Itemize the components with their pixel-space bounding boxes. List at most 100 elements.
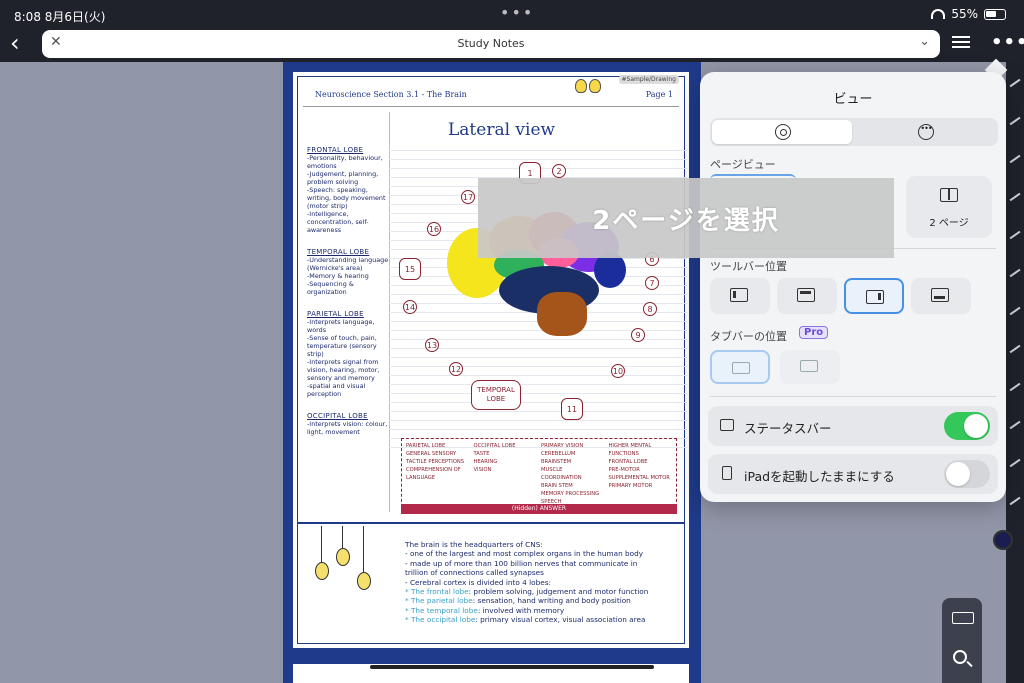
toolbar-position-label: ツールバー位置 [710,260,787,273]
temporal-lobe-label: TEMPORAL LOBE [471,380,521,410]
pen-icon[interactable] [1009,496,1021,506]
pen-icon[interactable] [1009,344,1021,354]
diagram-label: 8 [643,302,657,316]
pen-icon[interactable] [1009,116,1021,126]
list-icon[interactable] [952,36,970,50]
status-bar: 8:08 8月6日(火) ••• 55% [0,0,1024,28]
legend-item: MUSCLE COORDINATION [541,467,582,481]
legend-item: TACTILE PERCEPTIONS [406,459,465,465]
document-title: Study Notes [457,37,525,50]
legend-item: GENERAL SENSORY [406,451,457,457]
chevron-down-icon[interactable]: ⌄ [919,34,930,49]
pen-icon[interactable] [1009,420,1021,430]
legend-item: PRIMARY MOTOR [608,483,653,489]
page-scroll-indicator[interactable] [370,665,654,669]
tabbar-top-option[interactable] [710,350,770,384]
note-line: -Intelligence, concentration, self-aware… [307,210,369,234]
legend-item: BRAIN STEM [541,483,573,489]
diagram-label: 7 [645,276,659,290]
tab-view-options[interactable] [712,120,852,144]
legend-item: PRE-MOTOR [608,467,640,473]
pen-icon[interactable] [1009,154,1021,164]
view-settings-popover: ビュー ••• ページビュー 2 ページ ツールバー位置 タブバーの位置 Pro… [700,72,1006,502]
toolbar-right-icon [866,290,884,304]
note-line: The brain is the headquarters of CNS: [405,540,543,549]
more-icon[interactable]: ••• [991,32,1024,53]
view-settings-icon [775,124,791,140]
legend-item: MEMORY PROCESSING [541,491,600,497]
note-heading: TEMPORAL LOBE [307,248,370,256]
diagram-label: 14 [403,300,417,314]
tabbar-bottom-option[interactable] [780,350,840,384]
pen-icon[interactable] [1009,78,1021,88]
pen-icon[interactable] [1009,230,1021,240]
legend-item: PARIETAL LOBE [406,443,446,449]
back-button[interactable]: ‹ [10,31,30,56]
sample-tag: #Sample/Drawing [618,75,679,84]
multitasking-dots-icon[interactable]: ••• [500,3,534,22]
pen-icon[interactable] [1009,268,1021,278]
note-line: -Speech: speaking, writing, body movemen… [307,186,386,210]
toolbar-top-option[interactable] [777,278,837,314]
pen-icon[interactable] [1009,192,1021,202]
view-segmented-control[interactable]: ••• [710,118,998,146]
pen-icon[interactable] [1009,382,1021,392]
diagram-label: 17 [461,190,475,204]
lobe-note: * The parietal lobe: sensation, hand wri… [405,596,631,606]
tabbar-bottom-icon [800,360,818,372]
note-line: -Sequencing & organization [307,280,354,296]
banner-text: 2ページを選択 [592,206,780,236]
note-line: -Memory & hearing [307,272,369,280]
status-right: 55% [931,7,1006,21]
battery-icon [984,8,1006,20]
note-line: -Understanding language (Wernicke's area… [307,256,389,272]
toolbar-left-option[interactable] [710,278,770,314]
ipad-icon [722,466,732,480]
note-heading: OCCIPITAL LOBE [307,412,368,420]
document-canvas[interactable]: #Sample/Drawing Neuroscience Section 3.1… [283,62,701,683]
note-line: -Judgement, planning, problem solving [307,170,379,186]
diagram-label: 13 [425,338,439,352]
notebook-page[interactable]: #Sample/Drawing Neuroscience Section 3.1… [291,70,691,650]
note-heading: PARIETAL LOBE [307,310,364,318]
two-page-option[interactable]: 2 ページ [906,176,992,238]
keyboard-icon[interactable] [952,612,974,624]
hanging-bulbs-icon [311,526,374,590]
diagram-label: 15 [399,258,421,280]
pen-icon[interactable] [1009,306,1021,316]
toolbar-top-icon [797,288,815,302]
two-page-icon [940,188,958,202]
note-heading: FRONTAL LOBE [307,146,364,154]
diagram-title: Lateral view [448,120,556,140]
document-title-field[interactable]: ✕ Study Notes ⌄ [42,30,940,58]
keep-awake-row: iPadを起動したままにする [708,454,998,494]
pen-icon[interactable] [1009,458,1021,468]
keep-awake-toggle[interactable] [944,460,990,488]
legend-item: HEARING [473,459,498,465]
instruction-banner: 2ページを選択 [478,178,894,258]
toolbar-right-option[interactable] [844,278,904,314]
status-bar-label: ステータスバー [744,421,832,436]
page-view-label: ページビュー [710,158,776,171]
cerebellum-shape [537,292,587,336]
wifi-icon [931,9,946,19]
nav-bar: ‹ ✕ Study Notes ⌄ ••• [0,28,1024,62]
note-line: trillion of connections called synapses [405,568,544,578]
diagram-label: 2 [552,164,566,178]
legend-answer-bar[interactable]: (Hidden) ANSWER [401,504,677,514]
keep-awake-label: iPadを起動したままにする [744,469,895,484]
legend-item: CEREBELLUM BRAINSTEM [541,451,576,465]
two-page-label: 2 ページ [929,218,969,229]
tab-more-options[interactable]: ••• [856,120,996,144]
note-line: -Personality, behaviour, emotions [307,154,383,170]
bulb-doodle-icon [575,78,603,97]
status-bar-toggle[interactable] [944,412,990,440]
diagram-label: 10 [611,364,625,378]
pen-color-swatch[interactable] [993,530,1013,550]
pen-tool-strip[interactable] [1006,62,1024,683]
section-title: Neuroscience Section 3.1 - The Brain [315,90,467,99]
note-line: -Interprets language, words [307,318,375,334]
legend-item: TASTE [473,451,490,457]
zoom-icon[interactable] [953,650,967,664]
toolbar-bottom-option[interactable] [911,278,971,314]
